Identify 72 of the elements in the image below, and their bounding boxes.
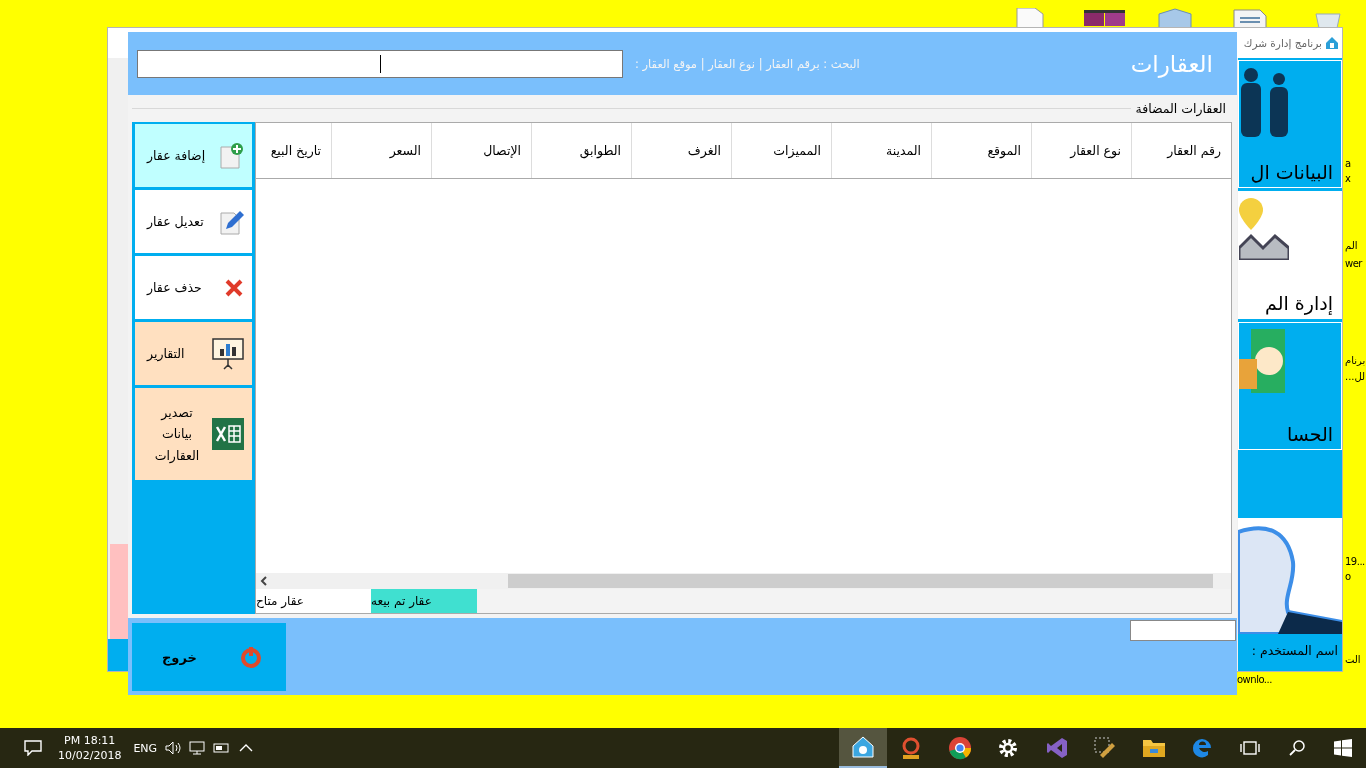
spreadsheet-icon <box>212 418 244 450</box>
text-field[interactable] <box>1130 620 1236 641</box>
column-header[interactable]: الإتصال <box>431 123 531 178</box>
home-icon <box>850 735 875 759</box>
tile-label: الحسا <box>1286 423 1333 445</box>
dialog-title: العقارات <box>1130 50 1213 77</box>
horizontal-scrollbar[interactable] <box>256 573 1231 589</box>
column-header[interactable]: تاريخ البيع <box>257 123 331 178</box>
edit-document-icon <box>220 208 244 235</box>
search-label: البحث : برقم العقار | نوع العقار | موقع العقار : <box>635 56 860 71</box>
houses-icon <box>1239 198 1289 260</box>
window-title: برنامج إدارة شرك <box>1243 37 1322 49</box>
icon-label[interactable]: برنام <box>1345 355 1366 366</box>
settings-icon <box>997 737 1019 759</box>
column-header[interactable]: رقم العقار <box>1131 123 1231 178</box>
menu-tile[interactable]: الحسا <box>1238 322 1342 450</box>
action-button[interactable]: تصدير بيانات العقارات <box>135 388 252 480</box>
add-document-icon <box>220 142 244 169</box>
taskbar-app[interactable] <box>838 728 887 768</box>
search-icon[interactable] <box>1288 739 1306 757</box>
tile-label: البيانات ال <box>1250 161 1333 183</box>
delete-icon <box>224 277 244 298</box>
tools-icon <box>1093 736 1117 760</box>
column-header[interactable]: نوع العقار <box>1031 123 1131 178</box>
column-header[interactable]: المدينة <box>831 123 931 178</box>
edge-browser-icon <box>1191 737 1213 759</box>
scroll-left-icon[interactable] <box>260 576 268 586</box>
icon-label[interactable]: ownlo... <box>1237 674 1272 685</box>
icon-label[interactable]: a <box>1345 158 1351 169</box>
group-title: العقارات المضافة <box>1135 100 1226 116</box>
column-header[interactable]: السعر <box>331 123 431 178</box>
battery-icon[interactable] <box>213 742 232 754</box>
icon-label[interactable]: wer <box>1345 258 1362 269</box>
network-icon[interactable] <box>189 741 206 755</box>
icon-label[interactable]: ...لل <box>1345 371 1366 382</box>
language-indicator[interactable]: ENG <box>133 741 158 755</box>
browser-icon <box>947 736 972 760</box>
legend-item: عقار تم بيعه <box>371 589 477 613</box>
chevron-up-icon[interactable] <box>239 743 254 753</box>
action-button[interactable]: إضافة عقار <box>135 124 252 187</box>
volume-icon[interactable] <box>165 741 182 755</box>
start-icon[interactable] <box>1334 739 1352 757</box>
money-icon <box>1239 329 1285 393</box>
icon-label[interactable]: x <box>1345 173 1351 184</box>
menu-tile[interactable]: البيانات ال <box>1238 60 1342 188</box>
task-view-icon[interactable] <box>1240 740 1260 756</box>
column-header[interactable]: الطوابق <box>531 123 631 178</box>
user-label: اسم المستخدم : <box>1250 641 1339 660</box>
clock[interactable]: PM 18:11 10/02/2018 <box>58 732 122 764</box>
legend-item: عقار متاح <box>256 589 371 613</box>
icon-label[interactable]: 19... <box>1345 556 1365 567</box>
column-header[interactable]: الموقع <box>931 123 1031 178</box>
action-button[interactable]: التقارير <box>135 322 252 385</box>
presentation-chart-icon <box>212 336 244 371</box>
search-field[interactable] <box>137 49 623 78</box>
tile-label: إدارة الم <box>1265 292 1333 314</box>
folder-icon <box>1141 738 1166 758</box>
exit-button[interactable]: خروج <box>132 623 286 691</box>
column-header[interactable]: المميزات <box>731 123 831 178</box>
action-button[interactable]: تعديل عقار <box>135 190 252 253</box>
action-button[interactable]: حذف عقار <box>135 256 252 319</box>
studio-icon <box>1045 737 1068 759</box>
menu-tile[interactable]: إدارة الم <box>1238 191 1342 319</box>
icon-label[interactable]: الت <box>1345 654 1361 665</box>
icon-label[interactable]: o <box>1345 571 1351 582</box>
document-icon[interactable] <box>1232 8 1268 28</box>
column-header[interactable]: الغرف <box>631 123 731 178</box>
books-icon[interactable] <box>1083 8 1127 28</box>
icon-label[interactable]: الم <box>1345 240 1358 251</box>
home-icon <box>1325 36 1339 50</box>
power-icon <box>240 646 262 668</box>
notification-icon[interactable] <box>24 740 42 756</box>
